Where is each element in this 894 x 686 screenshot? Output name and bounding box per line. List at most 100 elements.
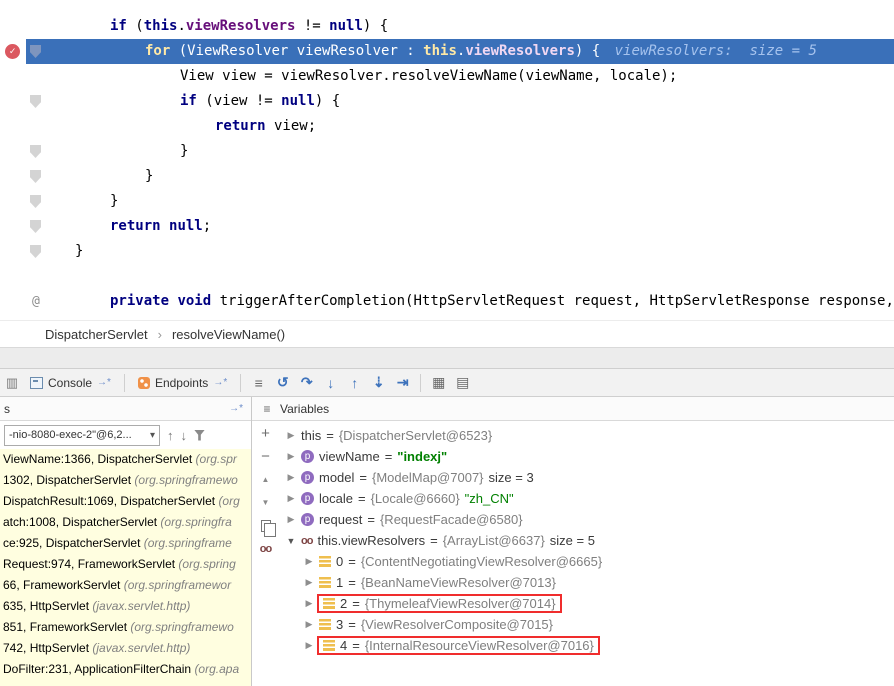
expand-chevron-icon[interactable]: ▶ [283,472,299,483]
editor-gutter[interactable] [0,14,26,39]
show-execution-point-icon[interactable]: ↺ [273,374,292,391]
jump-to-source-icon[interactable]: →* [97,377,111,388]
code-line[interactable]: return null; [0,214,894,239]
code-line[interactable]: } [0,139,894,164]
stack-frame-package: (org.springframewo [130,620,233,634]
next-frame-icon[interactable]: ↓ [181,428,188,443]
variable-row[interactable]: ▶0={ContentNegotiatingViewResolver@6665} [279,551,894,572]
force-step-into-icon[interactable]: ⇣ [369,374,388,391]
code-line[interactable]: View view = viewResolver.resolveViewName… [0,64,894,89]
stack-frame[interactable]: DispatchResult:1069, DispatcherServlet (… [0,491,251,512]
bookmark-flag-icon[interactable] [30,195,41,208]
variable-row[interactable]: ▶plocale={Locale@6660}"zh_CN" [279,488,894,509]
code-line[interactable]: } [0,239,894,264]
tool-window-icon[interactable]: ▥ [4,375,20,391]
stack-frame[interactable]: DoFilter:231, ApplicationFilterChain (or… [0,659,251,680]
editor-gutter[interactable] [0,139,26,164]
editor-gutter[interactable] [0,89,26,114]
thread-selector[interactable]: -nio-8080-exec-2"@6,2... ▾ [4,425,160,446]
splitter[interactable] [0,347,894,368]
editor-gutter[interactable] [0,64,26,89]
step-into-icon[interactable]: ↓ [321,375,340,391]
code-editor[interactable]: if (this.viewResolvers != null) {✓for (V… [0,0,894,320]
expand-chevron-icon[interactable]: ▶ [301,598,317,609]
breakpoint-icon[interactable]: ✓ [5,44,20,59]
editor-gutter[interactable] [0,189,26,214]
scroll-up-icon[interactable]: ▲ [262,474,270,486]
code-line[interactable]: if (view != null) { [0,89,894,114]
breadcrumb-class[interactable]: DispatcherServlet [45,327,148,342]
editor-gutter[interactable] [0,114,26,139]
hamburger-icon[interactable]: ≡ [260,402,274,416]
expand-chevron-icon[interactable]: ▶ [301,619,317,630]
breadcrumb-method[interactable]: resolveViewName() [172,327,285,342]
duplicate-icon[interactable] [261,520,271,532]
code-line[interactable]: } [0,164,894,189]
remove-watch-icon[interactable]: − [261,451,270,463]
code-line[interactable]: @private void triggerAfterCompletion(Htt… [0,289,894,314]
variable-name: 0 [336,554,343,569]
bookmark-flag-icon[interactable] [30,170,41,183]
code-line[interactable]: return view; [0,114,894,139]
expand-chevron-icon[interactable]: ▶ [283,493,299,504]
code-line[interactable]: } [0,189,894,214]
stack-frame[interactable]: 1302, DispatcherServlet (org.springframe… [0,470,251,491]
stack-frame[interactable]: 635, HttpServlet (javax.servlet.http) [0,596,251,617]
tab-endpoints[interactable]: Endpoints →* [133,374,232,392]
variable-row[interactable]: ▶3={ViewResolverComposite@7015} [279,614,894,635]
stack-frame[interactable]: 66, FrameworkServlet (org.springframewor [0,575,251,596]
variable-row[interactable]: ▶2={ThymeleafViewResolver@7014} [279,593,894,614]
expand-chevron-icon[interactable]: ▶ [283,451,299,462]
stack-frame[interactable]: Request:974, FrameworkServlet (org.sprin… [0,554,251,575]
stack-frame[interactable]: ce:925, DispatcherServlet (org.springfra… [0,533,251,554]
variable-value: {ViewResolverComposite@7015} [361,617,553,632]
stack-frame[interactable]: atch:1008, DispatcherServlet (org.spring… [0,512,251,533]
stack-frame[interactable]: 742, HttpServlet (javax.servlet.http) [0,638,251,659]
add-watch-icon[interactable]: + [261,428,270,440]
expand-chevron-icon[interactable]: ▶ [301,640,317,651]
filter-funnel-icon[interactable] [194,430,205,441]
code-line[interactable]: if (this.viewResolvers != null) { [0,14,894,39]
expand-chevron-icon[interactable]: ▶ [301,556,317,567]
tab-console[interactable]: Console →* [25,374,116,392]
editor-gutter[interactable] [0,214,26,239]
jump-to-source-icon[interactable]: →* [213,377,227,388]
bookmark-flag-icon[interactable] [30,245,41,258]
variable-row[interactable]: ▶1={BeanNameViewResolver@7013} [279,572,894,593]
code-token: null [169,218,203,234]
run-to-cursor-icon[interactable]: ⇥ [393,374,412,391]
jump-to-source-icon[interactable]: →* [229,403,243,414]
variable-row[interactable]: ▶4={InternalResourceViewResolver@7016} [279,635,894,656]
stack-frame[interactable]: 851, FrameworkServlet (org.springframewo [0,617,251,638]
layout-settings-icon[interactable]: ▤ [453,374,472,391]
expand-chevron-icon[interactable]: ▶ [283,514,299,525]
step-over-icon[interactable]: ↷ [297,374,316,391]
bookmark-flag-icon[interactable] [30,95,41,108]
editor-gutter[interactable] [0,264,26,289]
equals-sign: = [358,491,366,506]
variable-row[interactable]: ▶pmodel={ModelMap@7007}size = 3 [279,467,894,488]
bookmark-flag-icon[interactable] [30,220,41,233]
variable-row[interactable]: ▶this={DispatcherServlet@6523} [279,425,894,446]
editor-gutter[interactable]: ✓ [0,39,26,64]
view-as-table-icon[interactable]: ▦ [429,374,448,391]
previous-frame-icon[interactable]: ↑ [167,428,174,443]
scroll-down-icon[interactable]: ▼ [262,497,270,509]
variable-row[interactable]: ▶pviewName="indexj" [279,446,894,467]
bookmark-flag-icon[interactable] [30,145,41,158]
code-line[interactable]: ✓for (ViewResolver viewResolver : this.v… [0,39,894,64]
expand-chevron-icon[interactable]: ▶ [301,577,317,588]
expand-chevron-icon[interactable]: ▼ [283,536,299,546]
bookmark-flag-icon[interactable] [30,45,41,58]
expand-chevron-icon[interactable]: ▶ [283,430,299,441]
variable-row[interactable]: ▼oothis.viewResolvers={ArrayList@6637}si… [279,530,894,551]
hamburger-icon[interactable]: ≡ [249,375,268,391]
stack-frame[interactable]: ViewName:1366, DispatcherServlet (org.sp… [0,449,251,470]
editor-gutter[interactable] [0,289,26,314]
watch-glasses-icon[interactable]: oo [260,543,271,555]
variable-row[interactable]: ▶prequest={RequestFacade@6580} [279,509,894,530]
code-line[interactable] [0,264,894,289]
step-out-icon[interactable]: ↑ [345,375,364,391]
editor-gutter[interactable] [0,164,26,189]
editor-gutter[interactable] [0,239,26,264]
